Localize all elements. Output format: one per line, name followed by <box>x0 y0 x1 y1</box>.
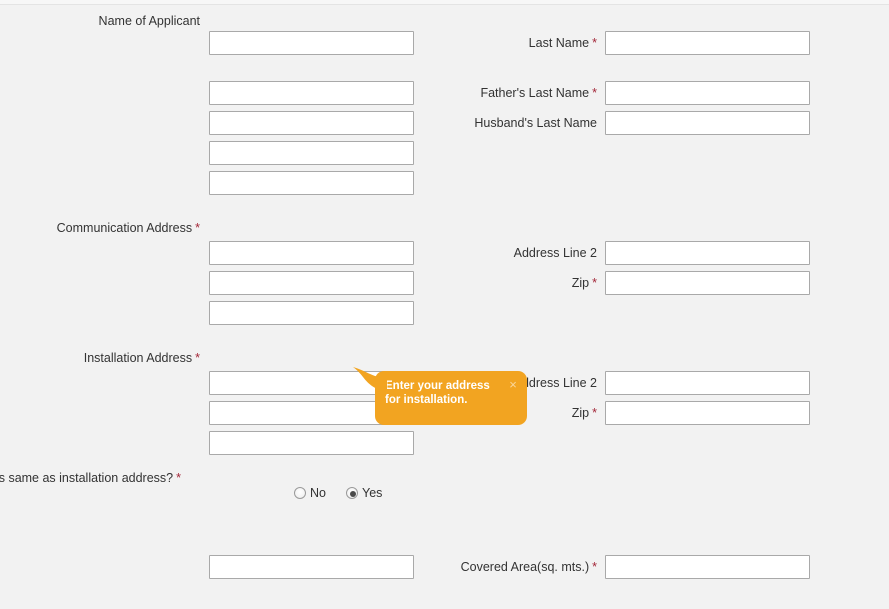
required-asterisk-inst-zip: * <box>589 406 597 420</box>
field-premise-phone: Premise Phone* <box>0 431 450 455</box>
section-heading-installation-address: Installation Address* <box>0 348 200 368</box>
input-occupation[interactable] <box>209 171 414 195</box>
required-asterisk-comm-zip: * <box>589 276 597 290</box>
section-heading-text-installation-address: Installation Address <box>84 351 192 365</box>
radio-circle-no[interactable] <box>294 487 306 499</box>
input-comm-zip[interactable] <box>605 271 810 295</box>
required-asterisk-communication-address: * <box>192 221 200 235</box>
radio-label-yes: Yes <box>362 486 382 500</box>
label-husbands-last-name: Husband's Last Name <box>177 111 597 135</box>
required-asterisk-last-name: * <box>589 36 597 50</box>
label-text-inst-zip: Zip <box>572 406 589 420</box>
label-comm-address-line-2: Address Line 2 <box>177 241 597 265</box>
input-inst-address-line-2[interactable] <box>605 371 810 395</box>
field-comm-address-line-2: Address Line 2 <box>0 241 889 265</box>
label-text-permanent-address-question: Is the permanent address same as install… <box>0 471 173 485</box>
field-husbands-last-name: Husband's Last Name <box>0 111 889 135</box>
label-permanent-address-question: Is the permanent address same as install… <box>0 470 181 487</box>
input-covered-area[interactable] <box>605 555 810 579</box>
tooltip-pointer-icon <box>353 367 387 393</box>
label-last-name: Last Name* <box>177 31 597 55</box>
application-form-page: Name of Applicant First Name* Last Name*… <box>0 0 889 609</box>
label-text-last-name: Last Name <box>529 36 589 50</box>
label-fathers-last-name: Father's Last Name* <box>177 81 597 105</box>
tooltip-message: Enter your address for installation. <box>385 379 497 407</box>
section-heading-text-communication-address: Communication Address <box>57 221 192 235</box>
input-mothers-maiden-name[interactable] <box>209 141 414 165</box>
label-text-fathers-last-name: Father's Last Name <box>480 86 589 100</box>
field-mothers-maiden-name: Mother's Maiden Name* <box>0 141 450 165</box>
radio-label-no: No <box>310 486 326 500</box>
required-asterisk-covered-area: * <box>589 560 597 574</box>
tooltip-close-icon[interactable]: × <box>507 379 519 391</box>
section-heading-communication-address: Communication Address* <box>0 218 200 238</box>
input-fathers-last-name[interactable] <box>605 81 810 105</box>
field-mobile-number: Mobile Number* <box>0 301 450 325</box>
input-mobile-number[interactable] <box>209 301 414 325</box>
field-fathers-last-name: Father's Last Name* <box>0 81 889 105</box>
input-premise-phone[interactable] <box>209 431 414 455</box>
installation-address-tooltip: Enter your address for installation. × <box>375 371 527 425</box>
section-heading-name-of-applicant: Name of Applicant <box>0 11 200 31</box>
label-covered-area: Covered Area(sq. mts.)* <box>177 555 597 579</box>
radio-circle-yes[interactable] <box>346 487 358 499</box>
input-last-name[interactable] <box>605 31 810 55</box>
field-occupation: Occupation <box>0 171 450 195</box>
required-asterisk-permanent-address-question: * <box>173 471 181 485</box>
input-inst-zip[interactable] <box>605 401 810 425</box>
label-text-covered-area: Covered Area(sq. mts.) <box>461 560 590 574</box>
radio-option-no[interactable]: No <box>294 484 326 502</box>
field-comm-zip: Zip* <box>0 271 889 295</box>
page-top-strip <box>0 0 889 5</box>
required-asterisk-fathers-last-name: * <box>589 86 597 100</box>
input-husbands-last-name[interactable] <box>605 111 810 135</box>
required-asterisk-installation-address: * <box>192 351 200 365</box>
input-comm-address-line-2[interactable] <box>605 241 810 265</box>
permanent-address-question-row: Is the permanent address same as install… <box>0 470 470 510</box>
radio-option-yes[interactable]: Yes <box>346 484 382 502</box>
label-text-comm-zip: Zip <box>572 276 589 290</box>
label-comm-zip: Zip* <box>177 271 597 295</box>
field-last-name: Last Name* <box>0 31 889 55</box>
field-covered-area: Covered Area(sq. mts.)* <box>0 555 889 579</box>
